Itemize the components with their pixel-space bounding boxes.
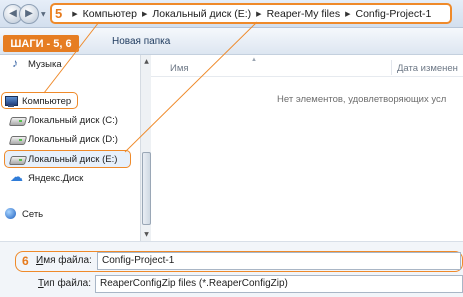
navigation-bar: ◀ ▶ ▼ 5 ▶ Компьютер ▶ Локальный диск (E:… bbox=[0, 0, 463, 28]
music-icon bbox=[10, 56, 24, 70]
command-toolbar: ШАГИ - 5, 6 Новая папка bbox=[0, 28, 463, 55]
breadcrumb-chevron-icon[interactable]: ▶ bbox=[72, 10, 77, 18]
navigation-scrollbar[interactable]: ▲ ▼ bbox=[140, 55, 151, 241]
sidebar-item-music[interactable]: Музыка bbox=[10, 56, 62, 71]
step-number-6: 6 bbox=[22, 254, 29, 268]
file-name-label: Имя файла: bbox=[36, 255, 92, 266]
navigation-pane: Музыка Компьютер Локальный диск (C:) Лок… bbox=[0, 55, 140, 241]
cloud-icon bbox=[10, 169, 24, 185]
breadcrumb-chevron-icon[interactable]: ▶ bbox=[345, 10, 350, 18]
sidebar-item-drive-e[interactable]: Локальный диск (E:) bbox=[10, 152, 117, 166]
sidebar-item-label: Музыка bbox=[28, 58, 62, 70]
sidebar-item-yandex-disk[interactable]: Яндекс.Диск bbox=[10, 169, 84, 185]
breadcrumb-reaper-my-files[interactable]: Reaper-My files bbox=[267, 8, 341, 20]
file-type-label: Тип файла: bbox=[38, 278, 91, 289]
empty-folder-message: Нет элементов, удовлетворяющих усл bbox=[277, 94, 447, 105]
step-number-5: 5 bbox=[55, 6, 63, 21]
sidebar-item-label: Локальный диск (E:) bbox=[28, 153, 118, 165]
breadcrumb-chevron-icon[interactable]: ▶ bbox=[256, 10, 261, 18]
sidebar-item-label: Компьютер bbox=[22, 95, 72, 107]
column-divider[interactable] bbox=[391, 60, 392, 75]
breadcrumb-config-project[interactable]: Config-Project-1 bbox=[355, 8, 431, 20]
scroll-down-icon[interactable]: ▼ bbox=[142, 230, 151, 239]
sidebar-item-label: Локальный диск (D:) bbox=[28, 133, 118, 145]
file-type-row: Тип файла: ReaperConfigZip files (*.Reap… bbox=[0, 274, 463, 296]
sidebar-item-label: Сеть bbox=[22, 208, 44, 220]
arrow-right-icon: ▶ bbox=[25, 8, 33, 19]
column-header-row: ▲ Имя Дата изменен bbox=[151, 57, 463, 77]
file-list[interactable]: ▲ Имя Дата изменен Нет элементов, удовле… bbox=[151, 55, 463, 241]
scroll-up-icon[interactable]: ▲ bbox=[142, 57, 151, 66]
computer-icon bbox=[4, 95, 18, 107]
forward-button[interactable]: ▶ bbox=[19, 4, 39, 24]
breadcrumb-chevron-icon[interactable]: ▶ bbox=[142, 10, 147, 18]
file-name-row: 6 Имя файла: Config-Project-1 bbox=[0, 251, 463, 273]
file-type-label-text: ип файла: bbox=[43, 278, 92, 289]
address-bar[interactable]: 5 ▶ Компьютер ▶ Локальный диск (E:) ▶ Re… bbox=[50, 3, 452, 24]
arrow-left-icon: ◀ bbox=[9, 8, 17, 19]
breadcrumb-drive-e[interactable]: Локальный диск (E:) bbox=[152, 8, 251, 20]
sidebar-item-label: Яндекс.Диск bbox=[28, 172, 84, 184]
scrollbar-thumb[interactable] bbox=[142, 152, 151, 225]
sort-caret-icon: ▲ bbox=[251, 57, 257, 63]
sidebar-item-label: Локальный диск (C:) bbox=[28, 114, 118, 126]
file-type-select[interactable]: ReaperConfigZip files (*.ReaperConfigZip… bbox=[95, 275, 463, 293]
file-name-input[interactable]: Config-Project-1 bbox=[97, 252, 461, 270]
column-header-date[interactable]: Дата изменен bbox=[397, 63, 458, 74]
disk-icon bbox=[10, 114, 24, 126]
sidebar-item-drive-c[interactable]: Локальный диск (C:) bbox=[10, 113, 118, 127]
sidebar-item-drive-d[interactable]: Локальный диск (D:) bbox=[10, 132, 118, 146]
save-form: 6 Имя файла: Config-Project-1 Тип файла:… bbox=[0, 241, 463, 297]
disk-icon bbox=[10, 133, 24, 145]
breadcrumb-computer[interactable]: Компьютер bbox=[83, 8, 137, 20]
sidebar-item-network[interactable]: Сеть bbox=[4, 207, 43, 221]
sidebar-item-computer[interactable]: Компьютер bbox=[4, 94, 71, 108]
column-header-name[interactable]: Имя bbox=[170, 63, 189, 74]
recent-locations-dropdown[interactable]: ▼ bbox=[41, 11, 46, 18]
file-name-label-text: мя файла: bbox=[43, 255, 92, 266]
new-folder-button[interactable]: Новая папка bbox=[112, 36, 170, 47]
network-icon bbox=[4, 208, 18, 220]
steps-badge: ШАГИ - 5, 6 bbox=[3, 35, 79, 52]
disk-icon bbox=[10, 153, 24, 165]
